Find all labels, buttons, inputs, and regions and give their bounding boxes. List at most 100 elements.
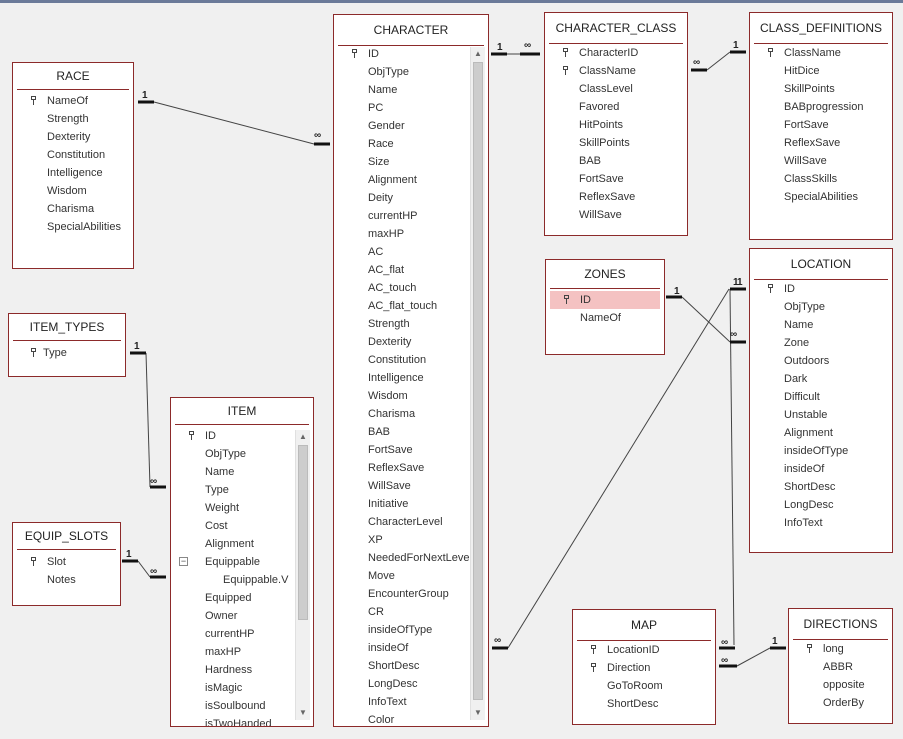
field[interactable]: Constitution [13,146,133,164]
field[interactable]: InfoText [750,514,892,532]
field[interactable]: Difficult [750,388,892,406]
table-title[interactable]: DIRECTIONS [789,609,892,639]
field[interactable]: opposite [789,676,892,694]
table-title[interactable]: MAP [573,610,715,640]
field-primary-key[interactable]: Direction [573,659,715,677]
field[interactable]: insideOf [750,460,892,478]
field[interactable]: SkillPoints [545,134,687,152]
field[interactable]: BABprogression [750,98,892,116]
table-equip-slots[interactable]: EQUIP_SLOTS Slot Notes [12,522,121,606]
field[interactable]: Strength [13,110,133,128]
field[interactable]: ClassSkills [750,170,892,188]
field[interactable]: ObjType [334,63,470,81]
character-scrollbar[interactable]: ▲ ▼ [470,47,485,720]
field[interactable]: Weight [171,499,297,517]
field[interactable]: isMagic [171,679,297,697]
field[interactable]: BAB [334,423,470,441]
field[interactable]: Name [171,463,297,481]
field-primary-key[interactable]: ID [171,427,297,445]
field[interactable]: Favored [545,98,687,116]
field[interactable]: SpecialAbilities [750,188,892,206]
scroll-up-arrow-icon[interactable]: ▲ [471,47,485,61]
field[interactable]: Race [334,135,470,153]
field-primary-key[interactable]: LocationID [573,641,715,659]
field-primary-key[interactable]: ID [750,280,892,298]
field[interactable]: FortSave [545,170,687,188]
table-title[interactable]: LOCATION [750,249,892,279]
field[interactable]: FortSave [334,441,470,459]
field[interactable]: AC_flat [334,261,470,279]
field[interactable]: Color [334,711,470,726]
field-expandable[interactable]: − Equippable [171,553,297,571]
item-scrollbar[interactable]: ▲ ▼ [295,430,310,720]
table-class-definitions[interactable]: CLASS_DEFINITIONS ClassName HitDice Skil… [749,12,893,240]
field[interactable]: ReflexSave [334,459,470,477]
field[interactable]: Type [171,481,297,499]
field[interactable]: isTwoHanded [171,715,297,726]
field[interactable]: Wisdom [334,387,470,405]
field[interactable]: HitDice [750,62,892,80]
field-primary-key-selected[interactable]: ID [550,291,660,309]
field[interactable]: HitPoints [545,116,687,134]
field[interactable]: Name [750,316,892,334]
field[interactable]: WillSave [334,477,470,495]
scroll-up-arrow-icon[interactable]: ▲ [296,430,310,444]
table-title[interactable]: EQUIP_SLOTS [13,523,120,549]
field[interactable]: Zone [750,334,892,352]
scroll-thumb[interactable] [298,445,308,620]
table-title[interactable]: ZONES [546,260,664,288]
field[interactable]: Name [334,81,470,99]
field[interactable]: ReflexSave [750,134,892,152]
table-title[interactable]: RACE [13,63,133,89]
field[interactable]: ObjType [750,298,892,316]
field[interactable]: Notes [13,571,120,589]
field[interactable]: Constitution [334,351,470,369]
field[interactable]: AC [334,243,470,261]
field[interactable]: EncounterGroup [334,585,470,603]
field[interactable]: Alignment [750,424,892,442]
table-race[interactable]: RACE NameOf Strength Dexterity Constitut… [12,62,134,269]
field[interactable]: SkillPoints [750,80,892,98]
field[interactable]: Hardness [171,661,297,679]
scroll-thumb[interactable] [473,62,483,700]
field[interactable]: Equipped [171,589,297,607]
field[interactable]: Dexterity [13,128,133,146]
field[interactable]: Charisma [13,200,133,218]
field[interactable]: maxHP [334,225,470,243]
field[interactable]: LongDesc [750,496,892,514]
field[interactable]: Owner [171,607,297,625]
field[interactable]: Strength [334,315,470,333]
field[interactable]: Alignment [334,171,470,189]
field[interactable]: Alignment [171,535,297,553]
field[interactable]: CharacterLevel [334,513,470,531]
field[interactable]: NameOf [546,309,664,327]
table-title[interactable]: CLASS_DEFINITIONS [750,13,892,43]
field[interactable]: WillSave [545,206,687,224]
field[interactable]: Initiative [334,495,470,513]
field[interactable]: GoToRoom [573,677,715,695]
field[interactable]: Deity [334,189,470,207]
table-title[interactable]: CHARACTER_CLASS [545,13,687,43]
field[interactable]: SpecialAbilities [13,218,133,236]
field[interactable]: currentHP [171,625,297,643]
field[interactable]: WillSave [750,152,892,170]
field[interactable]: maxHP [171,643,297,661]
field[interactable]: XP [334,531,470,549]
field[interactable]: Gender [334,117,470,135]
field-primary-key[interactable]: Slot [13,553,120,571]
field[interactable]: Outdoors [750,352,892,370]
field[interactable]: Cost [171,517,297,535]
field[interactable]: LongDesc [334,675,470,693]
field[interactable]: ClassLevel [545,80,687,98]
field[interactable]: Dexterity [334,333,470,351]
field[interactable]: ObjType [171,445,297,463]
table-title[interactable]: ITEM_TYPES [9,314,125,340]
field[interactable]: currentHP [334,207,470,225]
field-primary-key[interactable]: ClassName [545,62,687,80]
field[interactable]: PC [334,99,470,117]
field[interactable]: OrderBy [789,694,892,712]
table-item-types[interactable]: ITEM_TYPES Type [8,313,126,377]
field[interactable]: Dark [750,370,892,388]
table-zones[interactable]: ZONES ID NameOf [545,259,665,355]
field[interactable]: insideOf [334,639,470,657]
